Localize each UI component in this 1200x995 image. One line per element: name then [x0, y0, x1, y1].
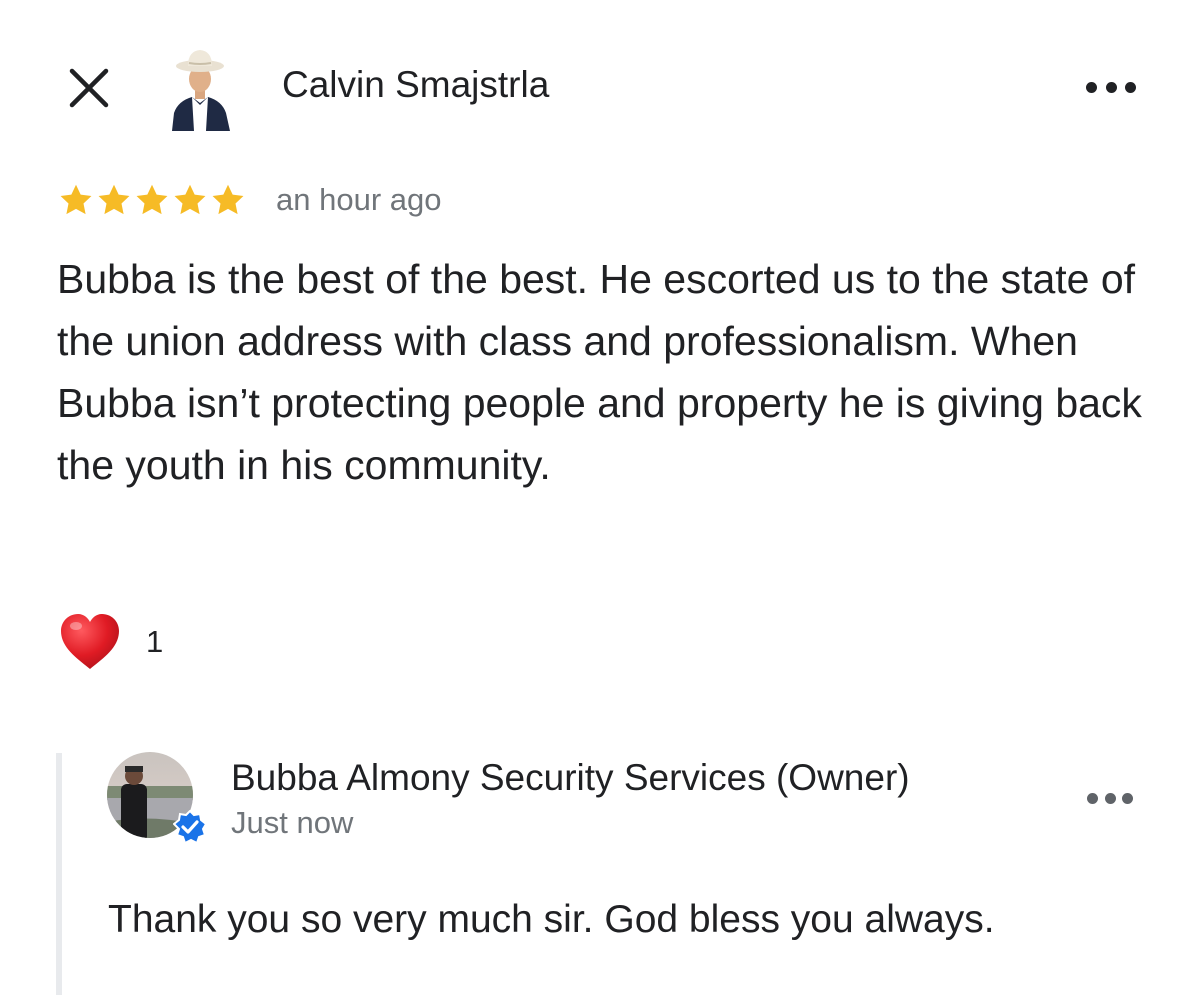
- owner-avatar[interactable]: [107, 752, 207, 844]
- star-icon: [212, 184, 244, 215]
- more-horizontal-icon: [1086, 81, 1097, 93]
- owner-reply-text: Thank you so very much sir. God bless yo…: [108, 898, 995, 941]
- owner-reply-timestamp: Just now: [231, 805, 354, 840]
- more-horizontal-icon: [1087, 792, 1098, 804]
- review-card: Calvin Smajstrla an hour ago Bubba is th…: [0, 0, 1200, 995]
- verified-badge-icon: [173, 810, 207, 844]
- close-button[interactable]: [64, 63, 114, 113]
- star-icon: [136, 184, 168, 215]
- star-icon: [60, 184, 92, 215]
- reply-more-options-button[interactable]: [1087, 791, 1133, 805]
- review-more-options-button[interactable]: [1086, 78, 1136, 96]
- owner-name[interactable]: Bubba Almony Security Services (Owner): [231, 757, 910, 799]
- review-timestamp: an hour ago: [276, 182, 442, 217]
- reaction-count: 1: [146, 624, 164, 659]
- review-text: Bubba is the best of the best. He escort…: [57, 256, 1142, 488]
- star-icon: [98, 184, 130, 215]
- close-icon: [69, 68, 109, 108]
- reply-divider-bar: [56, 753, 62, 995]
- heart-reaction-button[interactable]: 1: [58, 612, 163, 672]
- heart-icon: [61, 614, 119, 669]
- reviewer-avatar[interactable]: [164, 45, 236, 131]
- star-icon: [174, 184, 206, 215]
- star-rating: [58, 182, 246, 218]
- reviewer-name[interactable]: Calvin Smajstrla: [282, 64, 549, 106]
